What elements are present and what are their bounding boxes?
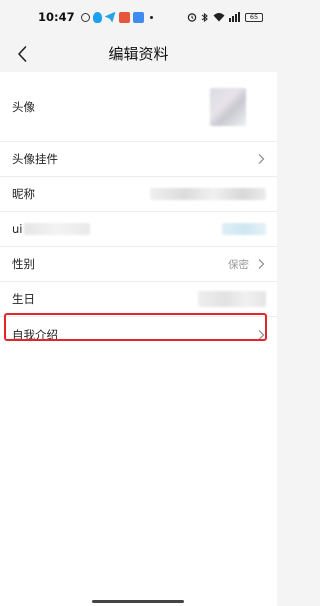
avatar-image [210, 88, 246, 126]
system-icons: 65 [187, 12, 263, 23]
gender-label: 性别 [12, 257, 35, 271]
qq-icon [92, 11, 102, 23]
more-notifications-dot [149, 15, 153, 19]
nickname-value [150, 188, 266, 200]
profile-settings-list: 头像 头像挂件 昵称 ui 性别 保密 生日 自我介绍 [0, 72, 277, 352]
chevron-right-icon [258, 154, 265, 164]
avatar-row[interactable]: 头像 [0, 72, 277, 142]
alarm-icon [187, 13, 197, 22]
avatar-frame-label: 头像挂件 [12, 152, 58, 166]
card-app-icon [132, 11, 144, 23]
avatar-frame-row[interactable]: 头像挂件 [0, 142, 277, 177]
status-bar: 10:47 65 [0, 0, 277, 34]
uid-value [222, 223, 266, 235]
page-title: 编辑资料 [108, 44, 169, 63]
home-indicator[interactable] [92, 600, 184, 603]
bluetooth-icon [201, 12, 208, 22]
avatar-label: 头像 [12, 99, 35, 114]
uid-label: ui [12, 222, 23, 236]
nickname-row[interactable]: 昵称 [0, 177, 277, 212]
uid-label-blur [24, 223, 90, 235]
alarm-app-icon [80, 12, 90, 22]
nav-bar: 编辑资料 [0, 34, 277, 72]
battery-icon: 65 [245, 12, 263, 22]
chevron-right-icon [258, 329, 265, 340]
telegram-icon [104, 11, 116, 23]
chevron-right-icon [258, 259, 265, 269]
gender-value: 保密 [228, 258, 249, 271]
status-time: 10:47 [38, 10, 75, 24]
empty-area [0, 345, 277, 606]
back-icon[interactable] [12, 43, 34, 65]
gender-row[interactable]: 性别 保密 [0, 247, 277, 282]
birthday-row[interactable]: 生日 [0, 282, 277, 317]
bio-label: 自我介绍 [12, 327, 58, 342]
signal-icon [229, 12, 240, 22]
notification-icons [80, 11, 144, 23]
nickname-label: 昵称 [12, 187, 35, 201]
battery-level: 65 [249, 12, 259, 21]
app-badge-icon [118, 11, 130, 23]
wifi-icon [213, 13, 225, 22]
birthday-label: 生日 [12, 292, 35, 306]
uid-row[interactable]: ui [0, 212, 277, 247]
birthday-value [198, 291, 266, 307]
